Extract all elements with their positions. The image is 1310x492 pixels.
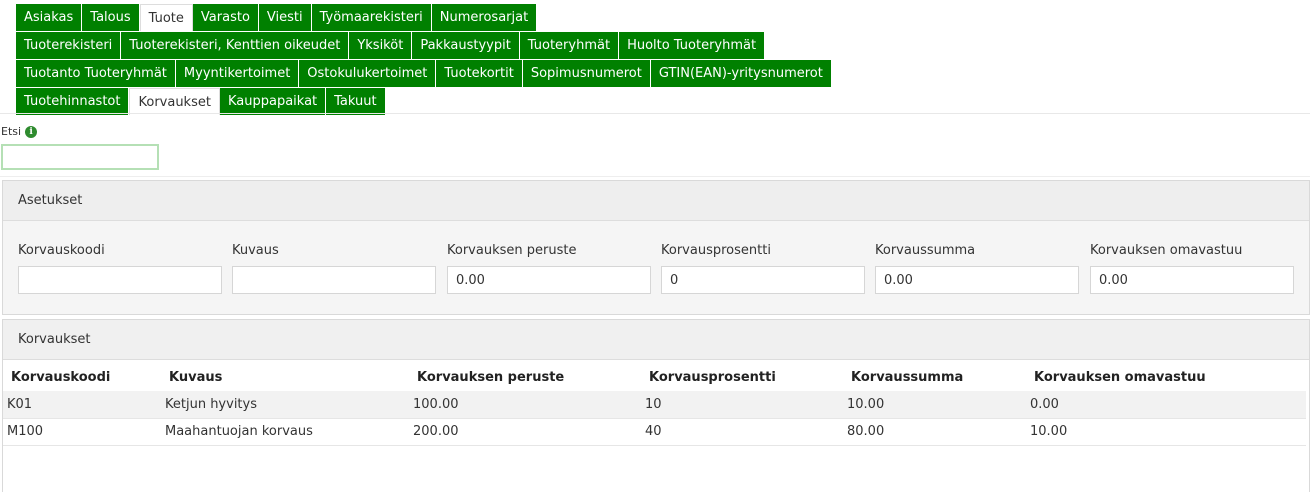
info-icon[interactable]: i <box>25 125 38 138</box>
settings-panel-title: Asetukset <box>3 181 1309 221</box>
kuvaus-input[interactable] <box>232 266 436 294</box>
tab-ostokulukertoimet[interactable]: Ostokulukertoimet <box>299 60 437 87</box>
tab-pakkaustyypit[interactable]: Pakkaustyypit <box>412 32 520 59</box>
tab-tuoteryhmat[interactable]: Tuoteryhmät <box>519 32 620 59</box>
search-input[interactable] <box>1 144 159 170</box>
nav-row-product-2: Tuotanto Tuoteryhmät Myyntikertoimet Ost… <box>16 60 832 87</box>
tab-tuote[interactable]: Tuote <box>139 4 193 31</box>
compensations-table: Korvauskoodi Kuvaus Korvauksen peruste K… <box>3 363 1306 446</box>
tab-tuotanto-tuoteryhmat[interactable]: Tuotanto Tuoteryhmät <box>16 60 176 87</box>
tab-kauppapaikat[interactable]: Kauppapaikat <box>219 88 327 115</box>
column-header-kuvaus[interactable]: Kuvaus <box>161 363 409 391</box>
compensations-panel-title: Korvaukset <box>3 320 1309 360</box>
cell-kuvaus: Maahantuojan korvaus <box>161 418 409 446</box>
tab-tuoterekisteri[interactable]: Tuoterekisteri <box>16 32 122 59</box>
field-korvauksen-omavastuu: Korvauksen omavastuu <box>1090 243 1294 294</box>
field-korvaussumma: Korvaussumma <box>875 243 1079 294</box>
tab-tuotehinnastot[interactable]: Tuotehinnastot <box>16 88 130 115</box>
cell-korvauskoodi: K01 <box>3 391 161 419</box>
tab-gtin-yritysnumerot[interactable]: GTIN(EAN)-yritysnumerot <box>650 60 832 87</box>
field-kuvaus: Kuvaus <box>232 243 436 294</box>
cell-korvausprosentti: 40 <box>641 418 843 446</box>
field-label: Korvauksen peruste <box>447 243 577 258</box>
korvaussumma-input[interactable] <box>875 266 1079 294</box>
nav-divider <box>0 113 1310 114</box>
field-label: Korvaussumma <box>875 243 976 258</box>
tab-myyntikertoimet[interactable]: Myyntikertoimet <box>175 60 300 87</box>
cell-korvaussumma: 80.00 <box>843 418 1026 446</box>
tab-viesti[interactable]: Viesti <box>258 4 312 31</box>
nav-row-product-3: Tuotehinnastot Korvaukset Kauppapaikat T… <box>16 88 832 115</box>
field-korvausprosentti: Korvausprosentti <box>661 243 865 294</box>
field-korvauskoodi: Korvauskoodi <box>18 243 222 294</box>
tab-numerosarjat[interactable]: Numerosarjat <box>431 4 538 31</box>
search-divider <box>0 176 1310 177</box>
korvauksen-peruste-input[interactable] <box>447 266 651 294</box>
field-korvauksen-peruste: Korvauksen peruste <box>447 243 651 294</box>
cell-korvauksen-peruste: 100.00 <box>409 391 641 419</box>
field-label: Korvauksen omavastuu <box>1090 243 1243 258</box>
field-label: Korvauskoodi <box>18 243 105 258</box>
nav-row-product-1: Tuoterekisteri Tuoterekisteri, Kenttien … <box>16 32 832 59</box>
tab-talous[interactable]: Talous <box>82 4 140 31</box>
cell-korvauksen-omavastuu: 0.00 <box>1026 391 1306 419</box>
column-header-korvauksen-omavastuu[interactable]: Korvauksen omavastuu <box>1026 363 1306 391</box>
main-navigation: Asiakas Talous Tuote Varasto Viesti Työm… <box>16 4 832 116</box>
search-label: Etsi i <box>1 125 38 138</box>
tab-tyomaarekisteri[interactable]: Työmaarekisteri <box>311 4 432 31</box>
tab-yksikot[interactable]: Yksiköt <box>349 32 413 59</box>
field-label: Korvausprosentti <box>661 243 771 258</box>
column-header-korvausprosentti[interactable]: Korvausprosentti <box>641 363 843 391</box>
cell-korvausprosentti: 10 <box>641 391 843 419</box>
tab-huolto-tuoteryhmat[interactable]: Huolto Tuoteryhmät <box>619 32 766 59</box>
tab-tuoterekisteri-kenttien-oikeudet[interactable]: Tuoterekisteri, Kenttien oikeudet <box>121 32 350 59</box>
table-row[interactable]: K01 Ketjun hyvitys 100.00 10 10.00 0.00 <box>3 391 1306 419</box>
cell-korvaussumma: 10.00 <box>843 391 1026 419</box>
cell-korvauksen-peruste: 200.00 <box>409 418 641 446</box>
korvausprosentti-input[interactable] <box>661 266 865 294</box>
settings-panel: Asetukset Korvauskoodi Kuvaus Korvauksen… <box>2 180 1310 315</box>
tab-asiakas[interactable]: Asiakas <box>16 4 83 31</box>
table-row[interactable]: M100 Maahantuojan korvaus 200.00 40 80.0… <box>3 418 1306 446</box>
column-header-korvauksen-peruste[interactable]: Korvauksen peruste <box>409 363 641 391</box>
tab-korvaukset[interactable]: Korvaukset <box>129 88 220 115</box>
korvauksen-omavastuu-input[interactable] <box>1090 266 1294 294</box>
tab-tuotekortit[interactable]: Tuotekortit <box>436 60 523 87</box>
cell-korvauksen-omavastuu: 10.00 <box>1026 418 1306 446</box>
nav-row-modules: Asiakas Talous Tuote Varasto Viesti Työm… <box>16 4 832 31</box>
cell-korvauskoodi: M100 <box>3 418 161 446</box>
field-label: Kuvaus <box>232 243 279 258</box>
column-header-korvauskoodi[interactable]: Korvauskoodi <box>3 363 161 391</box>
tab-varasto[interactable]: Varasto <box>192 4 259 31</box>
korvauskoodi-input[interactable] <box>18 266 222 294</box>
table-header-row: Korvauskoodi Kuvaus Korvauksen peruste K… <box>3 363 1306 391</box>
tab-sopimusnumerot[interactable]: Sopimusnumerot <box>522 60 651 87</box>
column-header-korvaussumma[interactable]: Korvaussumma <box>843 363 1026 391</box>
compensations-panel: Korvaukset Korvauskoodi Kuvaus Korvaukse… <box>2 319 1310 492</box>
cell-kuvaus: Ketjun hyvitys <box>161 391 409 419</box>
tab-takuut[interactable]: Takuut <box>326 88 386 115</box>
search-label-text: Etsi <box>1 125 22 138</box>
